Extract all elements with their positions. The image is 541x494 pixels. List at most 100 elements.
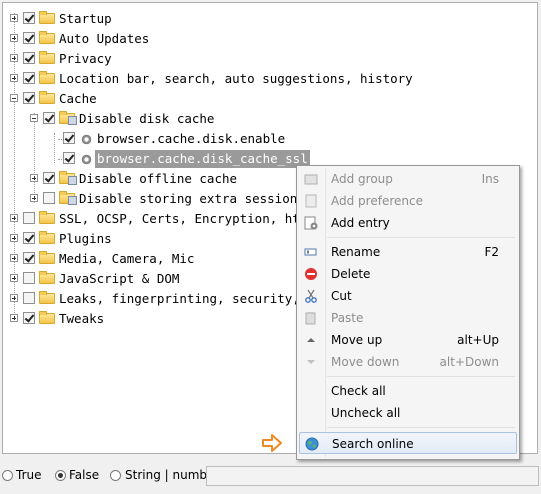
tree-item-label: Disable offline cache [79,171,238,186]
menu-item-uncheck-all[interactable]: Uncheck all [299,402,517,424]
menu-item-add-group[interactable]: Add group Ins [299,168,517,190]
checkbox[interactable] [43,192,55,204]
menu-item-cut[interactable]: Cut [299,285,517,307]
delete-icon [305,268,317,280]
menu-item-delete[interactable]: Delete [299,263,517,285]
checkbox[interactable] [43,172,55,184]
group-folder-icon [59,191,77,205]
folder-icon [39,271,55,284]
menu-item-move-up[interactable]: Move up alt+Up [299,329,517,351]
menu-item-paste[interactable]: Paste [299,307,517,329]
tree-item-label: browser.cache.disk.enable [97,131,286,146]
folder-icon [39,291,55,304]
expand-icon[interactable] [10,74,18,82]
checkbox[interactable] [63,152,75,164]
add-entry-icon [304,216,318,230]
tree-item-disable-disk-cache[interactable]: Disable disk cache [3,110,533,128]
group-folder-icon [59,111,77,125]
tree-item-label-selected: browser.cache.disk_cache_ssl [95,150,310,168]
clipboard-icon [305,312,316,325]
folder-icon [39,51,55,64]
pointer-arrow-icon [262,434,282,452]
tree-item-label: Media, Camera, Mic [59,251,195,266]
menu-item-search-online[interactable]: Search online [299,432,517,454]
menu-item-check-all[interactable]: Check all [299,380,517,402]
checkbox[interactable] [23,252,35,264]
string-number-radio[interactable] [110,470,121,481]
checkbox[interactable] [63,132,75,144]
value-bar: True False String | number: [0,462,541,490]
tree-item-location-bar[interactable]: Location bar, search, auto suggestions, … [3,70,533,88]
tree-item-label: SSL, OCSP, Certs, Encryption, http [59,211,315,226]
add-group-icon [304,174,318,185]
checkbox[interactable] [23,272,35,284]
folder-icon [39,31,55,44]
checkbox[interactable] [23,32,35,44]
scissors-icon [305,289,317,303]
menu-item-add-entry[interactable]: Add entry [299,212,517,234]
arrow-down-icon [307,360,315,364]
tree-item-label: Location bar, search, auto suggestions, … [59,71,413,86]
gear-icon [81,154,92,165]
checkbox[interactable] [23,12,35,24]
folder-icon [39,91,55,104]
expand-icon[interactable] [10,14,18,22]
menu-item-add-preference[interactable]: Add preference [299,190,517,212]
context-menu: Add group Ins Add preference Add entry R… [296,165,520,460]
folder-icon [39,231,55,244]
expand-icon[interactable] [10,214,18,222]
collapse-icon[interactable] [30,114,38,122]
folder-icon [39,251,55,264]
menu-item-move-down[interactable]: Move down alt+Down [299,351,517,373]
menu-item-rename[interactable]: Rename F2 [299,241,517,263]
false-label: False [69,468,100,482]
checkbox[interactable] [43,112,55,124]
expand-icon[interactable] [10,54,18,62]
collapse-icon[interactable] [10,94,18,102]
checkbox[interactable] [23,72,35,84]
folder-icon [39,211,55,224]
checkbox[interactable] [23,52,35,64]
expand-icon[interactable] [10,274,18,282]
group-folder-icon [59,171,77,185]
tree-item-label: Privacy [59,51,112,66]
tree-item-label: Disable disk cache [79,111,215,126]
tree-item-label: JavaScript & DOM [59,271,180,286]
tree-item-startup[interactable]: Startup [3,10,533,28]
tree-item-label: Plugins [59,231,112,246]
add-preference-icon [305,194,317,208]
globe-icon [305,437,319,451]
tree-item-label: Tweaks [59,311,105,326]
tree-item-pref-disk-enable[interactable]: browser.cache.disk.enable [3,130,533,148]
tree-item-label: Startup [59,11,112,26]
expand-icon[interactable] [30,174,38,182]
checkbox[interactable] [23,292,35,304]
folder-icon [39,311,55,324]
tree-item-label: Auto Updates [59,31,150,46]
expand-icon[interactable] [10,234,18,242]
folder-icon [39,71,55,84]
tree-item-label: Cache [59,91,97,106]
false-radio[interactable] [55,470,66,481]
tree-item-auto-updates[interactable]: Auto Updates [3,30,533,48]
tree-item-privacy[interactable]: Privacy [3,50,533,68]
folder-icon [39,11,55,24]
rename-icon [304,248,317,256]
expand-icon[interactable] [10,34,18,42]
expand-icon[interactable] [10,294,18,302]
true-radio[interactable] [2,470,13,481]
tree-item-cache[interactable]: Cache [3,90,533,108]
gear-icon [81,134,92,145]
expand-icon[interactable] [10,254,18,262]
checkbox[interactable] [23,232,35,244]
checkbox[interactable] [23,212,35,224]
expand-icon[interactable] [10,314,18,322]
tree-item-label: Leaks, fingerprinting, security, d [59,291,315,306]
checkbox[interactable] [23,312,35,324]
true-label: True [16,468,42,482]
arrow-up-icon [307,338,315,342]
checkbox[interactable] [23,92,35,104]
string-number-input[interactable] [206,466,539,486]
tree-item-label: Disable storing extra session da [79,191,320,206]
expand-icon[interactable] [30,194,38,202]
